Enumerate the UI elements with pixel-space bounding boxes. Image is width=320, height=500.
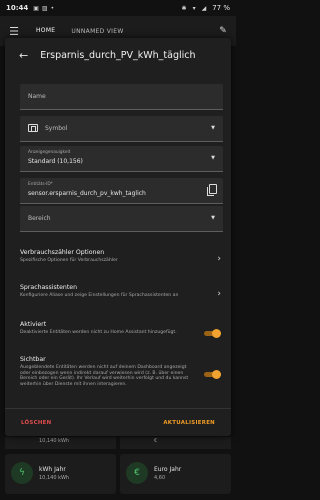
chevron-down-icon: ▼	[211, 125, 215, 131]
precision-label: Anzeigegenauigkeit	[28, 150, 71, 155]
row-title: Sichtbar	[20, 356, 46, 363]
id-card-icon	[28, 124, 38, 132]
notification-icon: •	[50, 4, 55, 12]
status-time: 10:44	[6, 4, 29, 12]
entity-id-label: Entitäts-ID*	[28, 182, 53, 187]
name-placeholder: Name	[28, 93, 46, 100]
row-subtitle: Ausgeblendete Entitäten werden nicht auf…	[20, 365, 189, 387]
background-card-peek: €	[120, 437, 231, 449]
card-value: 10,140 kWh	[39, 475, 70, 481]
card-name: Euro Jahr	[154, 466, 182, 473]
card-name: kWh Jahr	[39, 466, 66, 473]
row-title: Verbrauchszähler Optionen	[20, 249, 105, 256]
peek-value: €	[154, 438, 158, 444]
back-arrow-icon[interactable]: ←	[19, 49, 28, 62]
dialog-footer: LÖSCHEN AKTUALISIEREN	[5, 408, 231, 436]
chevron-right-icon: ›	[217, 289, 221, 299]
menu-icon[interactable]: ☰	[0, 25, 28, 38]
consumption-options-row[interactable]: Verbrauchszähler Optionen Spezifische Op…	[20, 249, 223, 264]
peek-value: 10,140 kWh	[39, 438, 70, 444]
battery-percent: 77 %	[212, 4, 230, 12]
row-subtitle: Konfiguriere Aliase und zeige Einstellun…	[20, 293, 179, 298]
entity-card-euro-jahr[interactable]: € Euro Jahr 4,60	[120, 454, 231, 494]
dialog-header: ← Ersparnis_durch_PV_kWh_täglich	[5, 38, 231, 72]
area-select[interactable]: Bereich ▼	[20, 206, 223, 232]
entity-id-value: sensor.ersparnis_durch_pv_kwh_taglich	[28, 190, 146, 197]
toggle-thumb	[212, 370, 221, 379]
symbol-select[interactable]: Symbol ▼	[20, 116, 223, 142]
copy-icon[interactable]	[207, 184, 217, 196]
precision-select[interactable]: Anzeigegenauigkeit Standard (10,156) ▼	[20, 146, 223, 172]
update-button[interactable]: AKTUALISIEREN	[163, 420, 215, 426]
enabled-row: Aktiviert Deaktivierte Entitäten werden …	[20, 321, 223, 338]
visible-toggle[interactable]	[204, 370, 221, 379]
toggle-thumb	[212, 329, 221, 338]
signal-icon: ◢	[201, 4, 207, 12]
symbol-placeholder: Symbol	[45, 125, 68, 132]
background-card-peek: 10,140 kWh	[5, 437, 116, 449]
chevron-right-icon: ›	[217, 254, 221, 264]
voice-assistants-row[interactable]: Sprachassistenten Konfiguriere Aliase un…	[20, 284, 223, 299]
wifi-icon: ▾	[192, 4, 196, 12]
entity-id-field[interactable]: Entitäts-ID* sensor.ersparnis_durch_pv_k…	[20, 178, 223, 204]
precision-value: Standard (10,156)	[28, 158, 83, 165]
entity-card-kwh-jahr[interactable]: ϟ kWh Jahr 10,140 kWh	[5, 454, 116, 494]
dialog-title: Ersparnis_durch_PV_kWh_täglich	[40, 49, 196, 61]
area-placeholder: Bereich	[28, 215, 51, 222]
row-title: Aktiviert	[20, 321, 47, 328]
chevron-down-icon: ▼	[211, 155, 215, 161]
image-icon: ▨	[41, 4, 48, 12]
sim-icon: ▣	[33, 4, 39, 12]
enabled-toggle[interactable]	[204, 329, 221, 338]
row-title: Sprachassistenten	[20, 284, 78, 291]
name-field[interactable]: Name	[20, 84, 223, 110]
euro-icon: €	[126, 462, 148, 484]
chevron-down-icon: ▼	[211, 215, 215, 221]
card-value: 4,60	[154, 475, 166, 481]
edit-icon[interactable]: ✎	[210, 26, 236, 36]
visible-row: Sichtbar Ausgeblendete Entitäten werden …	[20, 356, 223, 387]
delete-button[interactable]: LÖSCHEN	[21, 420, 51, 426]
entity-settings-dialog: ← Ersparnis_durch_PV_kWh_täglich Name Sy…	[5, 38, 231, 436]
status-bar: 10:44 ▣ ▨ • ✱ ▾ ◢ 77 %	[0, 0, 236, 16]
row-subtitle: Deaktivierte Entitäten werden nicht zu H…	[20, 330, 177, 335]
lightning-icon: ϟ	[11, 462, 33, 484]
bluetooth-icon: ✱	[181, 4, 187, 12]
row-subtitle: Spezifische Optionen für Verbrauchszähle…	[20, 258, 118, 263]
